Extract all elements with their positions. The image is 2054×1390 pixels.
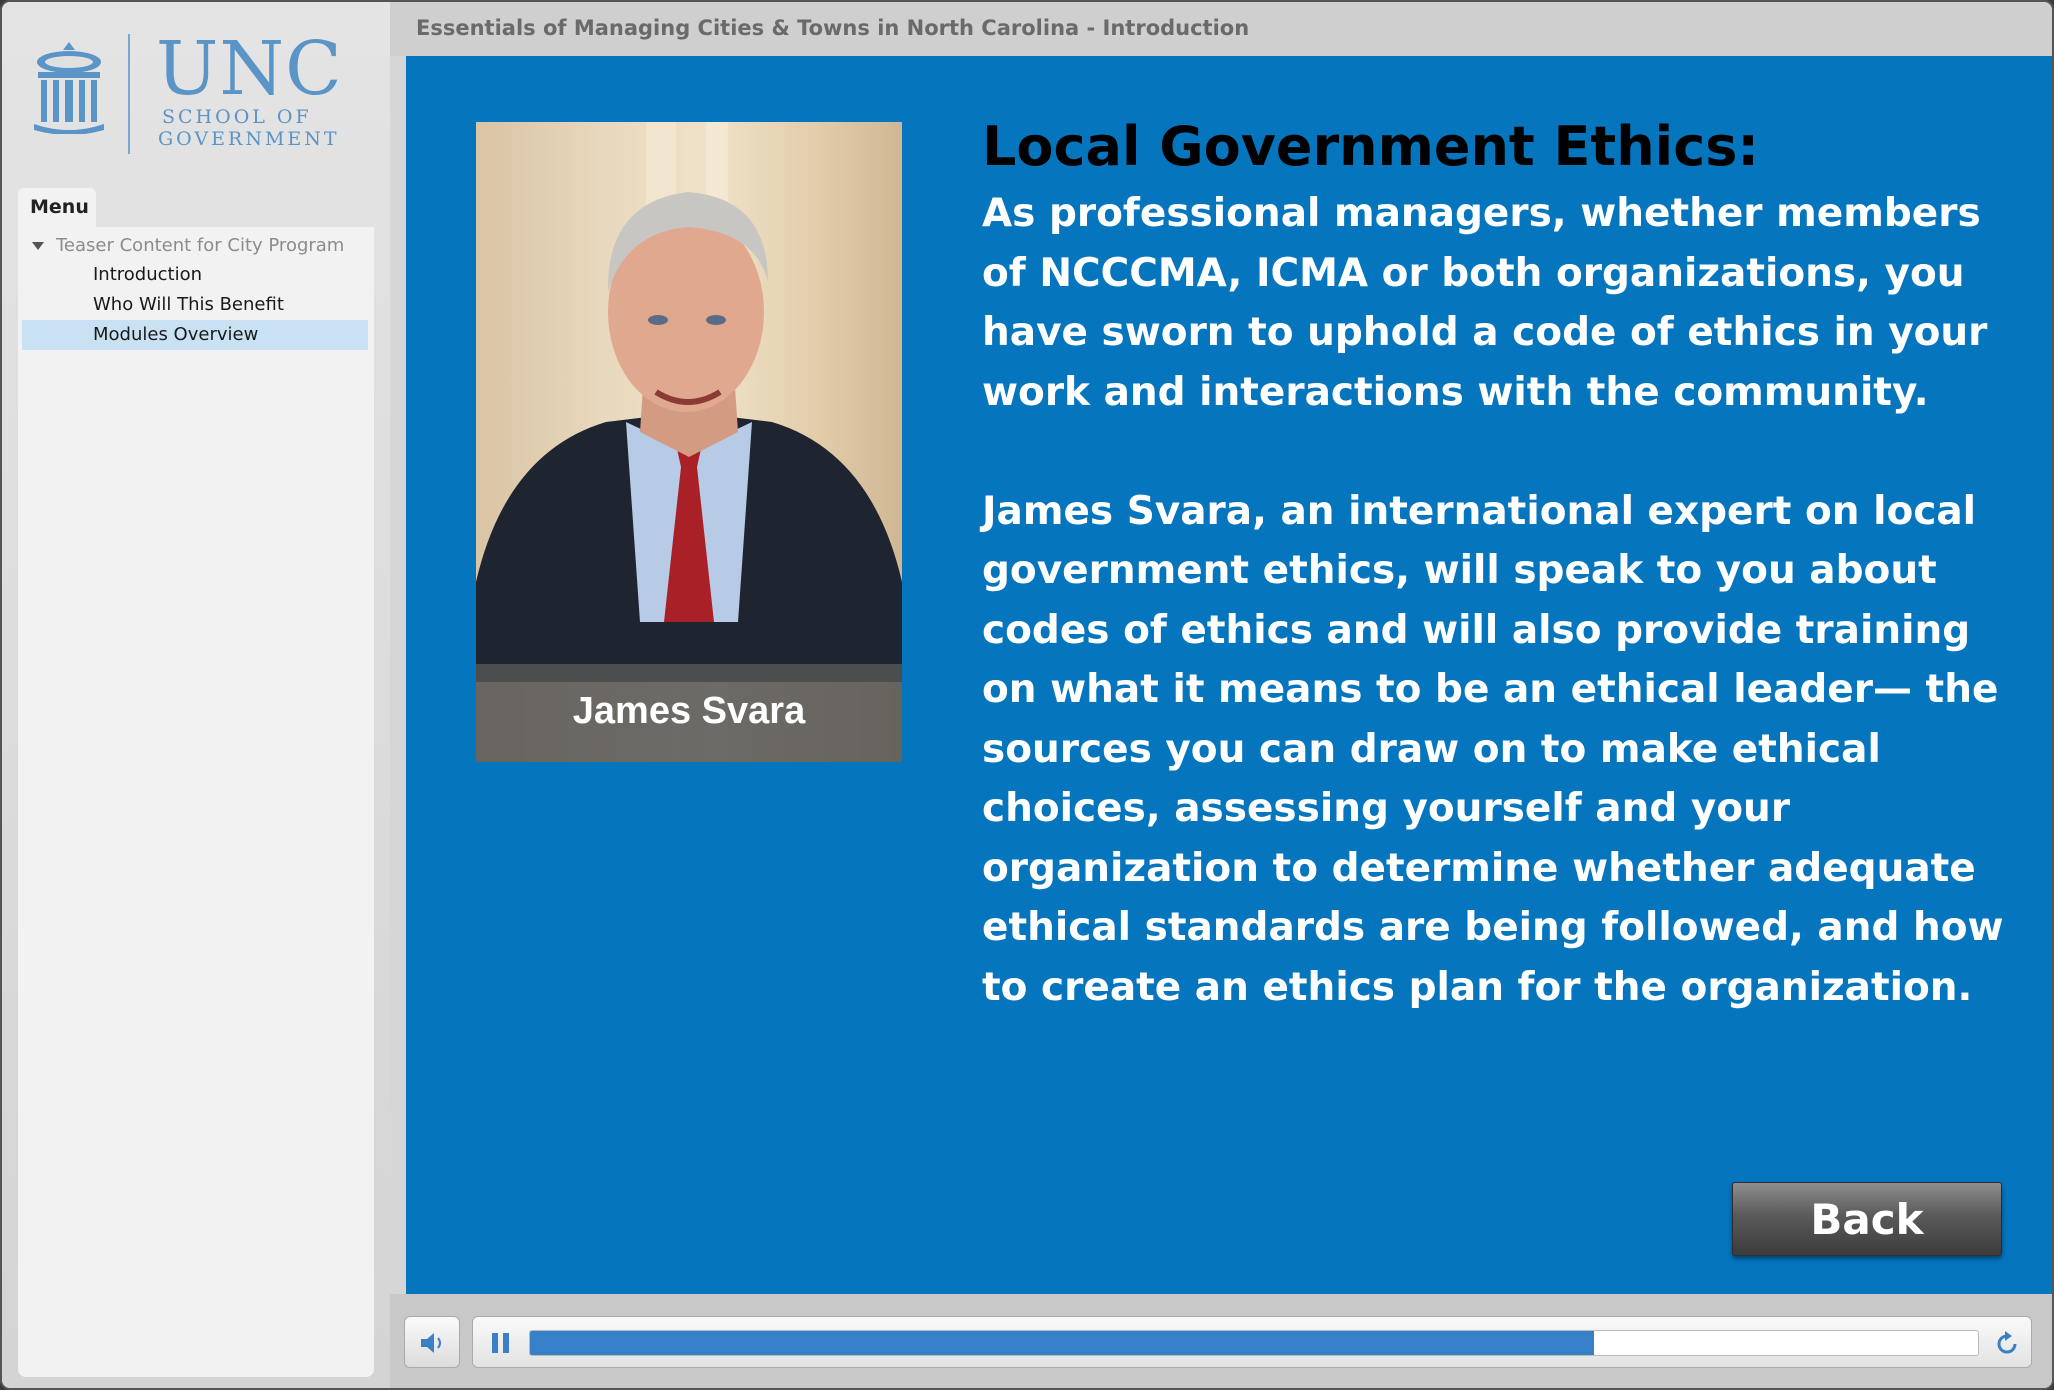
progress-fill — [530, 1331, 1595, 1355]
menu-item-label: Who Will This Benefit — [93, 294, 284, 315]
slide-paragraph: As professional managers, whether member… — [982, 191, 1988, 415]
slide-body: As professional managers, whether member… — [982, 184, 2022, 1017]
menu-tab[interactable]: Menu — [18, 188, 96, 228]
unc-logo: UNC SCHOOL OF GOVERNMENT — [28, 30, 368, 160]
logo-unc-text: UNC — [156, 26, 343, 112]
expand-triangle-icon[interactable] — [32, 242, 44, 250]
menu-item-modules-overview[interactable]: Modules Overview — [22, 320, 368, 350]
progress-bar[interactable] — [529, 1330, 1979, 1356]
menu-item-label: Modules Overview — [93, 324, 259, 345]
old-well-icon — [32, 40, 106, 135]
pause-icon[interactable] — [489, 1331, 513, 1355]
volume-icon — [421, 1333, 441, 1353]
slide-paragraph: James Svara, an international expert on … — [982, 488, 2004, 1010]
menu-item-introduction[interactable]: Introduction — [22, 260, 368, 290]
photo-caption: James Svara — [476, 664, 902, 762]
course-title: Essentials of Managing Cities & Towns in… — [416, 16, 1250, 40]
menu-item-teaser-content[interactable]: Teaser Content for City Program — [22, 231, 368, 261]
logo-government-text: GOVERNMENT — [158, 128, 340, 150]
menu-item-label: Teaser Content for City Program — [56, 235, 345, 256]
back-button[interactable]: Back — [1732, 1182, 2002, 1256]
logo-divider — [128, 34, 130, 154]
slide-area: James Svara Local Government Ethics: As … — [406, 56, 2052, 1294]
menu-item-who-will-this-benefit[interactable]: Who Will This Benefit — [22, 290, 368, 320]
volume-button[interactable] — [404, 1316, 460, 1368]
logo-school-of-text: SCHOOL OF — [162, 106, 312, 128]
slide-heading: Local Government Ethics: — [982, 115, 1759, 178]
player-window: UNC SCHOOL OF GOVERNMENT Menu Teaser Con… — [0, 0, 2054, 1390]
menu-panel: Teaser Content for City Program Introduc… — [18, 227, 374, 1377]
playback-bar — [472, 1316, 2032, 1368]
replay-icon[interactable] — [1993, 1330, 2021, 1358]
presenter-photo: James Svara — [476, 122, 902, 762]
sidebar: UNC SCHOOL OF GOVERNMENT Menu Teaser Con… — [2, 2, 390, 1388]
menu-item-label: Introduction — [93, 264, 203, 285]
header-bar: Essentials of Managing Cities & Towns in… — [390, 2, 2052, 56]
player-controls — [390, 1294, 2052, 1388]
